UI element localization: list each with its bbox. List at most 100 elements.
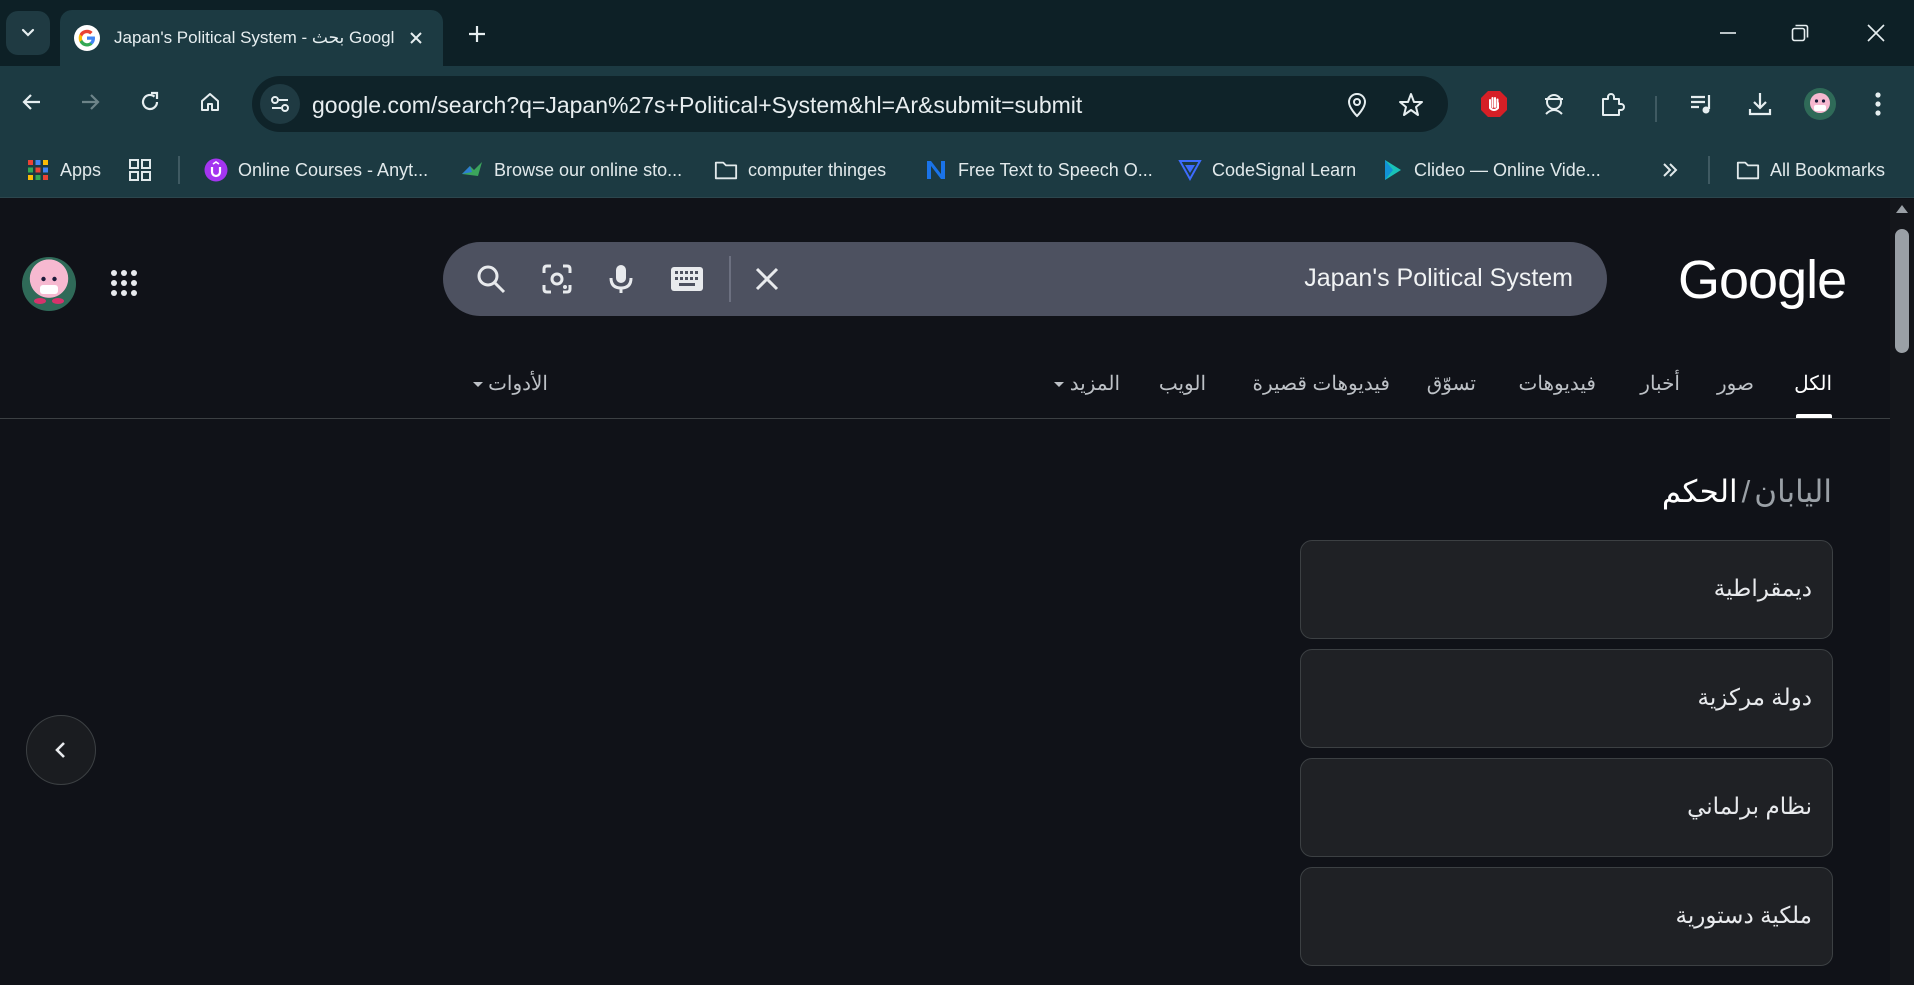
bookmark-label: Apps	[60, 159, 102, 180]
apps-grid-icon	[111, 270, 137, 296]
tab-tools[interactable]: الأدوات	[472, 371, 548, 396]
search-results-page: Japan's Political System Google الكل صور…	[0, 199, 1890, 985]
media-controls-icon[interactable]	[1682, 84, 1722, 124]
search-icon	[477, 265, 506, 294]
bookmark-clideo[interactable]: Clideo — Online Vide...	[1380, 156, 1601, 184]
play-icon	[1380, 158, 1404, 182]
bookmark-codesignal[interactable]: CodeSignal Learn	[1178, 156, 1356, 184]
extensions-puzzle-icon[interactable]	[1592, 84, 1632, 124]
forward-nav-button[interactable]	[70, 82, 110, 122]
new-tab-button[interactable]	[460, 17, 494, 51]
browser-tab-active[interactable]: Japan's Political System - بحث Google	[60, 10, 443, 66]
bookmark-label: computer thinges	[748, 159, 887, 180]
tab-more-label: المزيد	[1069, 373, 1120, 395]
restore-button[interactable]	[1772, 10, 1828, 56]
bookmark-text-to-speech[interactable]: Free Text to Speech O...	[924, 156, 1153, 184]
browser-menu-icon[interactable]	[1858, 84, 1898, 124]
address-bar[interactable]: google.com/search?q=Japan%27s+Political+…	[252, 76, 1448, 132]
bookmark-label: Free Text to Speech O...	[958, 159, 1153, 180]
tab-videos[interactable]: فيديوهات	[1519, 371, 1596, 396]
reload-icon	[141, 91, 159, 111]
folder-icon	[1736, 158, 1760, 182]
active-tab-indicator	[1796, 414, 1832, 418]
voice-search-button[interactable]	[603, 261, 639, 297]
tab-web[interactable]: الويب	[1159, 371, 1206, 396]
search-query-text[interactable]: Japan's Political System	[1304, 264, 1573, 293]
tab-short-videos[interactable]: فيديوهات قصيرة	[1253, 371, 1390, 396]
extension-spy-icon[interactable]	[1534, 84, 1574, 124]
n-logo-icon	[924, 158, 948, 182]
lens-search-button[interactable]	[539, 261, 575, 297]
codesignal-icon	[1178, 158, 1202, 182]
chevron-left-icon	[55, 742, 65, 758]
bookmark-label: Clideo — Online Vide...	[1414, 159, 1601, 180]
account-avatar[interactable]	[22, 257, 76, 311]
minimize-icon	[1720, 32, 1736, 34]
tab-close-icon[interactable]	[403, 25, 429, 51]
close-window-button[interactable]	[1848, 10, 1904, 56]
bird-icon	[460, 158, 484, 182]
close-icon	[1867, 24, 1885, 42]
browser-toolbar: google.com/search?q=Japan%27s+Political+…	[0, 66, 1914, 142]
minimize-button[interactable]	[1700, 10, 1756, 56]
scroll-up-arrow-icon[interactable]	[1896, 205, 1908, 213]
bookmark-online-courses[interactable]: Online Courses - Anyt...	[204, 156, 428, 184]
google-apps-button[interactable]	[104, 263, 144, 303]
url-text[interactable]: google.com/search?q=Japan%27s+Political+…	[312, 92, 1082, 119]
bookmark-label: Online Courses - Anyt...	[238, 159, 429, 180]
topic-card[interactable]: ملكية دستورية	[1300, 867, 1833, 966]
virtual-keyboard-button[interactable]	[669, 261, 705, 297]
scrollbar-thumb[interactable]	[1895, 229, 1909, 353]
tune-icon	[271, 96, 289, 112]
search-button[interactable]	[473, 261, 509, 297]
clear-search-button[interactable]	[749, 261, 785, 297]
chevron-down-icon	[21, 28, 35, 37]
bookmarks-bar: Apps Online Courses - Anyt... Browse our…	[0, 142, 1914, 198]
browser-tab-strip: Japan's Political System - بحث Google	[0, 0, 1914, 66]
location-icon[interactable]	[1342, 90, 1372, 120]
tab-search-button[interactable]	[6, 11, 50, 55]
profile-avatar-icon[interactable]	[1800, 84, 1840, 124]
carousel-back-button[interactable]	[26, 715, 96, 785]
breadcrumb-current: الحكم	[1661, 474, 1738, 509]
reload-button[interactable]	[130, 82, 170, 122]
apps-grid-icon	[26, 158, 50, 182]
back-nav-button[interactable]	[12, 82, 52, 122]
topic-card[interactable]: دولة مركزية	[1300, 649, 1833, 748]
tab-groups-button[interactable]	[128, 156, 162, 184]
bookmark-apps[interactable]: Apps	[26, 156, 101, 184]
home-button[interactable]	[190, 82, 230, 122]
bookmark-folder-computer-thinges[interactable]: computer thinges	[714, 156, 886, 184]
tab-tools-label: الأدوات	[488, 373, 548, 395]
tab-news[interactable]: أخبار	[1640, 371, 1680, 396]
tab-shopping[interactable]: تسوّق	[1427, 371, 1476, 396]
topic-card[interactable]: ديمقراطية	[1300, 540, 1833, 639]
restore-icon	[1791, 24, 1809, 42]
search-box[interactable]: Japan's Political System	[443, 242, 1607, 316]
folder-icon	[714, 158, 738, 182]
adblock-extension-icon[interactable]	[1474, 84, 1514, 124]
topic-card[interactable]: نظام برلماني	[1300, 758, 1833, 857]
bookmark-star-icon[interactable]	[1396, 90, 1426, 120]
udemy-icon	[204, 158, 228, 182]
bookmark-all-bookmarks[interactable]: All Bookmarks	[1736, 156, 1885, 184]
bookmarks-separator	[178, 156, 180, 184]
tab-more[interactable]: المزيد	[1054, 371, 1120, 396]
breadcrumb-parent[interactable]: اليابان	[1754, 474, 1832, 509]
topic-card-label: نظام برلماني	[1687, 793, 1812, 819]
caret-down-icon	[1054, 382, 1065, 388]
site-info-button[interactable]	[260, 84, 300, 124]
breadcrumb-separator: /	[1741, 474, 1751, 509]
tab-images[interactable]: صور	[1717, 371, 1754, 396]
tab-all[interactable]: الكل	[1794, 371, 1832, 396]
bookmarks-separator	[1708, 156, 1710, 184]
bookmark-label: All Bookmarks	[1770, 159, 1886, 180]
more-bookmarks-button[interactable]	[1658, 156, 1692, 184]
bookmark-online-store[interactable]: Browse our online sto...	[460, 156, 682, 184]
close-icon	[755, 267, 779, 291]
bookmark-label: CodeSignal Learn	[1212, 159, 1357, 180]
home-icon	[201, 93, 219, 111]
google-logo[interactable]: Google	[1678, 249, 1847, 311]
downloads-icon[interactable]	[1740, 84, 1780, 124]
page-scrollbar[interactable]	[1890, 199, 1914, 985]
